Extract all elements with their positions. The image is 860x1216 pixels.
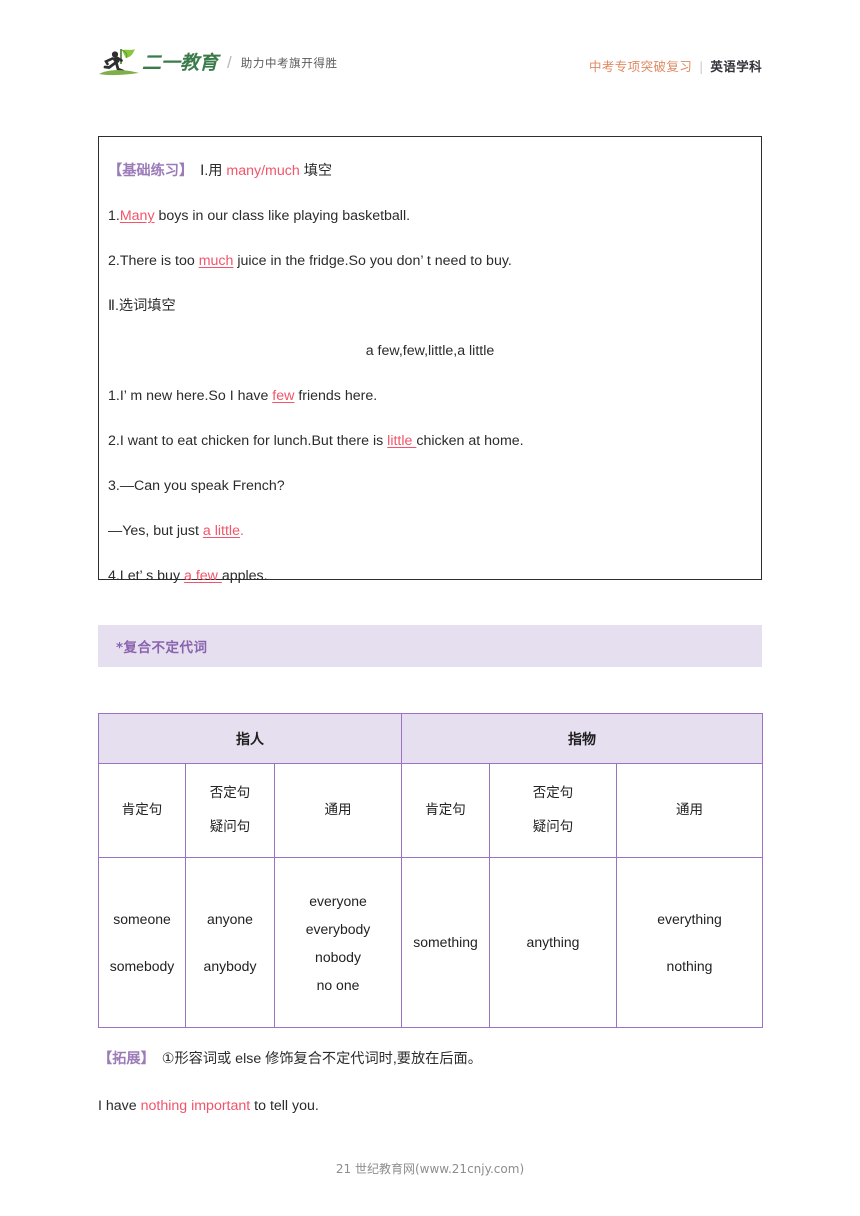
q6-answer: a little: [202, 522, 240, 539]
header-subject: 英语学科: [710, 59, 762, 74]
q2-suffix: juice in the fridge.So you don’ t need t…: [233, 252, 512, 269]
sub-header-text: 否定句: [532, 785, 574, 802]
logo-wordmark: 二一教育: [142, 51, 219, 74]
q5-text: 3.—Can you speak French?: [108, 477, 285, 494]
cell-things-affirmative: something: [401, 857, 490, 1028]
sub-header-people-negative-interrogative: 否定句 疑问句: [185, 763, 275, 858]
sub-header-people-affirmative: 肯定句: [98, 763, 186, 858]
word-item: everyone: [309, 892, 367, 909]
part-one-suffix: 填空: [303, 162, 333, 179]
page-footer: 21 世纪教育网(www.21cnjy.com): [0, 1160, 860, 1177]
exercise-q6-row: —Yes, but just a little.: [108, 509, 752, 554]
sub-header-things-negative-interrogative: 否定句 疑问句: [489, 763, 617, 858]
extension-rule-line: 【拓展】 ①形容词或 else 修饰复合不定代词时,要放在后面。: [98, 1050, 778, 1069]
sub-header-text: 否定句: [209, 785, 251, 802]
exercise-q5-row: 3.—Can you speak French?: [108, 464, 752, 509]
q1-suffix: boys in our class like playing basketbal…: [154, 207, 411, 224]
q1-answer: Many: [119, 207, 155, 224]
q6-suffix: .: [239, 522, 244, 539]
exercise-q4-row: 2.I want to eat chicken for lunch.But th…: [108, 419, 752, 464]
part-one-keyword: many/much: [226, 162, 300, 179]
cell-people-affirmative: someone somebody: [98, 857, 186, 1028]
word-bank: a few,few,little,a little: [365, 342, 495, 359]
word-item: anything: [526, 934, 580, 951]
group-header-people: 指人: [98, 713, 402, 764]
table-group-header-row: 指人 指物: [98, 713, 763, 764]
word-item: nobody: [315, 948, 361, 965]
sub-header-things-affirmative: 肯定句: [401, 763, 490, 858]
q4-suffix: chicken at home.: [416, 432, 524, 449]
word-item: someone: [113, 910, 171, 927]
logo-divider: /: [227, 53, 232, 72]
q4-prefix: 2.I want to eat chicken for lunch.But th…: [108, 432, 388, 449]
example-prefix: I have: [98, 1098, 141, 1115]
exercise-q1-row: 1.Many boys in our class like playing ba…: [108, 194, 752, 239]
word-item: everybody: [305, 920, 371, 937]
q2-prefix: 2.There is too: [108, 252, 199, 269]
q4-answer: little: [387, 432, 417, 449]
q7-suffix: apples.: [221, 567, 268, 584]
sub-header-text: 肯定句: [425, 801, 466, 818]
q6-prefix: —Yes, but just: [108, 522, 203, 539]
running-man-flag-icon: [98, 48, 140, 78]
extension-rule-text: ①形容词或 else 修饰复合不定代词时,要放在后面。: [161, 1051, 482, 1067]
section-banner-compound-pronouns: *复合不定代词: [98, 625, 762, 667]
sub-header-people-general: 通用: [274, 763, 402, 858]
table-sub-header-row: 肯定句 否定句 疑问句 通用 肯定句 否定句 疑问句 通用: [98, 763, 763, 858]
sub-header-text: 疑问句: [532, 818, 574, 835]
word-item: nothing: [666, 957, 713, 974]
table-body-row: someone somebody anyone anybody everyone…: [98, 857, 763, 1028]
sub-header-text: 疑问句: [209, 818, 251, 835]
q3-answer: few: [272, 387, 295, 404]
group-header-things: 指物: [401, 713, 763, 764]
basic-exercise-box: 【基础练习】 Ⅰ.用 many/much 填空 1.Many boys in ou…: [98, 136, 762, 584]
exercise-heading-row: 【基础练习】 Ⅰ.用 many/much 填空: [108, 149, 752, 194]
word-item: somebody: [109, 957, 175, 974]
q7-prefix: 4.Let’ s buy: [108, 567, 184, 584]
footer-text: 21 世纪教育网(www.21cnjy.com): [335, 1162, 525, 1176]
word-item: everything: [657, 910, 722, 927]
site-logo[interactable]: 二一教育 / 助力中考旗开得胜: [98, 46, 338, 80]
part-two-label: Ⅱ.选词填空: [108, 297, 176, 314]
q7-answer: a few: [183, 567, 222, 584]
cell-things-general: everything nothing: [616, 857, 763, 1028]
extension-tag: 【拓展】: [98, 1051, 155, 1067]
word-item: no one: [316, 976, 360, 993]
basic-exercise-tag: 【基础练习】: [108, 162, 194, 179]
sub-header-text: 通用: [676, 801, 703, 818]
sub-header-text: 通用: [324, 801, 352, 818]
section-banner-title: *复合不定代词: [116, 640, 208, 656]
cell-people-general: everyone everybody nobody no one: [274, 857, 402, 1028]
header-category: 中考专项突破复习: [588, 59, 693, 74]
word-item: something: [413, 934, 478, 951]
header-separator: |: [699, 59, 704, 74]
q3-prefix: 1.I’ m new here.So I have: [108, 387, 273, 404]
exercise-q3-row: 1.I’ m new here.So I have few friends he…: [108, 374, 752, 419]
extension-block: 【拓展】 ①形容词或 else 修饰复合不定代词时,要放在后面。 I have n…: [98, 1050, 778, 1116]
sub-header-text: 肯定句: [121, 801, 163, 818]
q3-suffix: friends here.: [294, 387, 378, 404]
page-header: 二一教育 / 助力中考旗开得胜 中考专项突破复习 | 英语学科: [0, 0, 860, 100]
exercise-q7-row: 4.Let’ s buy a few apples.: [108, 554, 752, 599]
sub-header-things-general: 通用: [616, 763, 763, 858]
exercise-part-two-heading: Ⅱ.选词填空: [108, 284, 752, 329]
word-item: anyone: [207, 910, 253, 927]
part-one-label: Ⅰ.用: [200, 162, 223, 179]
logo-slogan: 助力中考旗开得胜: [240, 56, 338, 70]
header-subject-line: 中考专项突破复习 | 英语学科: [589, 56, 762, 75]
example-highlight: nothing important: [140, 1098, 251, 1115]
example-suffix: to tell you.: [250, 1098, 319, 1115]
word-item: anybody: [203, 957, 257, 974]
cell-people-negative-interrogative: anyone anybody: [185, 857, 275, 1028]
q1-prefix: 1.: [108, 207, 120, 224]
compound-pronoun-table: 指人 指物 肯定句 否定句 疑问句 通用 肯定句 否定句 疑问句 通用 some…: [98, 713, 763, 1028]
extension-example-line: I have nothing important to tell you.: [98, 1097, 778, 1116]
q2-answer: much: [198, 252, 234, 269]
exercise-q2-row: 2.There is too much juice in the fridge.…: [108, 239, 752, 284]
word-bank-row: a few,few,little,a little: [108, 329, 752, 374]
cell-things-negative-interrogative: anything: [489, 857, 617, 1028]
